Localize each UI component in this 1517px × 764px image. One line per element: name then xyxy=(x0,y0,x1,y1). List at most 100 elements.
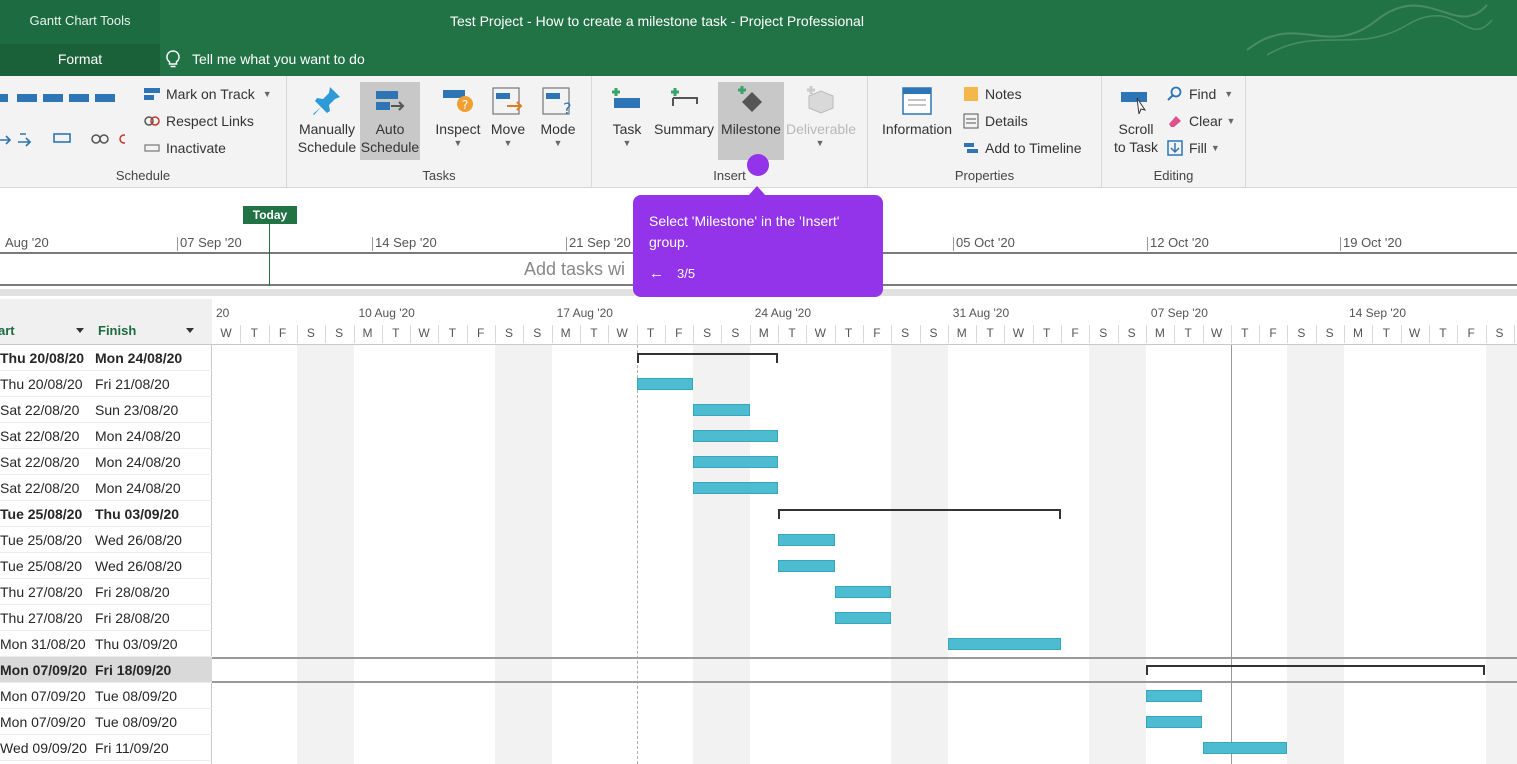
tell-me-box[interactable]: Tell me what you want to do xyxy=(160,44,365,74)
finish-cell[interactable]: Tue 08/09/20 xyxy=(95,709,177,735)
information-button[interactable]: Information xyxy=(878,82,956,160)
chevron-down-icon[interactable] xyxy=(186,328,194,333)
finish-cell[interactable]: Fri 21/08/20 xyxy=(95,371,170,397)
start-cell[interactable]: Mon 07/09/20 xyxy=(0,683,92,709)
start-cell[interactable]: Thu 27/08/20 xyxy=(0,605,92,631)
task-bar[interactable] xyxy=(778,534,835,546)
table-row[interactable]: Mon 07/09/20 Tue 08/09/20 xyxy=(0,709,212,735)
start-cell[interactable]: Tue 25/08/20 xyxy=(0,501,92,527)
timescale-day: M xyxy=(362,326,373,340)
summary-bar[interactable] xyxy=(778,509,1061,519)
find-button[interactable]: Find ▼ xyxy=(1166,83,1233,105)
inactivate-button[interactable]: Inactivate xyxy=(143,137,226,159)
mark-on-track-button[interactable]: Mark on Track ▼ xyxy=(143,83,272,105)
task-bar[interactable] xyxy=(1202,742,1288,754)
summary-bar[interactable] xyxy=(636,353,778,363)
start-cell[interactable]: Tue 25/08/20 xyxy=(0,527,92,553)
task-bar[interactable] xyxy=(693,430,778,442)
pct-25-button[interactable] xyxy=(17,94,37,102)
table-row[interactable]: Sat 22/08/20 Mon 24/08/20 xyxy=(0,423,212,449)
add-to-timeline-button[interactable]: Add to Timeline xyxy=(962,137,1082,159)
finish-cell[interactable]: Fri 28/08/20 xyxy=(95,579,170,605)
finish-cell[interactable]: Thu 03/09/20 xyxy=(95,631,178,657)
table-row[interactable]: Tue 25/08/20 Wed 26/08/20 xyxy=(0,553,212,579)
deliverable-button[interactable]: Deliverable ▼ xyxy=(786,82,856,160)
task-bar[interactable] xyxy=(834,586,892,598)
start-cell[interactable]: Wed 09/09/20 xyxy=(0,735,92,761)
finish-cell[interactable]: Mon 24/08/20 xyxy=(95,449,181,475)
column-header-finish[interactable]: Finish xyxy=(98,323,136,338)
task-bar[interactable] xyxy=(834,612,892,624)
milestone-button[interactable]: Milestone xyxy=(718,82,784,160)
pct-0-button[interactable] xyxy=(0,94,8,102)
table-row[interactable]: Sat 22/08/20 Mon 24/08/20 xyxy=(0,449,212,475)
link-icons[interactable] xyxy=(0,126,125,150)
table-row[interactable]: Sat 22/08/20 Sun 23/08/20 xyxy=(0,397,212,423)
table-row[interactable]: Thu 27/08/20 Fri 28/08/20 xyxy=(0,579,212,605)
gantt-chart[interactable]: 20 10 Aug '20 17 Aug '20 24 Aug '20 31 Aug '… xyxy=(212,299,1517,764)
pct-100-button[interactable] xyxy=(95,94,115,102)
summary-button[interactable]: Summary xyxy=(652,82,716,160)
tab-format[interactable]: Format xyxy=(0,44,160,76)
start-cell[interactable]: Mon 07/09/20 xyxy=(0,657,92,683)
task-bar[interactable] xyxy=(693,404,750,416)
pct-75-button[interactable] xyxy=(69,94,89,102)
start-cell[interactable]: Tue 25/08/20 xyxy=(0,553,92,579)
finish-cell[interactable]: Mon 24/08/20 xyxy=(95,475,181,501)
table-row[interactable]: Mon 31/08/20 Thu 03/09/20 xyxy=(0,631,212,657)
finish-cell[interactable]: Mon 24/08/20 xyxy=(95,345,182,371)
start-cell[interactable]: Mon 31/08/20 xyxy=(0,631,92,657)
finish-cell[interactable]: Wed 26/08/20 xyxy=(95,527,182,553)
table-row[interactable]: Mon 07/09/20 Fri 18/09/20 xyxy=(0,657,212,683)
table-row[interactable]: Tue 25/08/20 Wed 26/08/20 xyxy=(0,527,212,553)
finish-cell[interactable]: Fri 18/09/20 xyxy=(95,657,171,683)
table-row[interactable]: Sat 22/08/20 Mon 24/08/20 xyxy=(0,475,212,501)
table-row[interactable]: Tue 25/08/20 Thu 03/09/20 xyxy=(0,501,212,527)
task-bar[interactable] xyxy=(693,456,778,468)
clear-button[interactable]: Clear ▼ xyxy=(1166,110,1235,132)
finish-cell[interactable]: Wed 26/08/20 xyxy=(95,553,182,579)
manually-schedule-button[interactable]: Manually Schedule xyxy=(297,82,357,160)
task-button[interactable]: Task ▼ xyxy=(596,82,658,160)
scroll-to-task-button[interactable]: Scroll to Task xyxy=(1106,82,1166,160)
chevron-down-icon[interactable] xyxy=(76,328,84,333)
table-row[interactable]: Thu 20/08/20 Mon 24/08/20 xyxy=(0,345,212,371)
timescale-day: S xyxy=(1127,326,1136,340)
finish-cell[interactable]: Fri 28/08/20 xyxy=(95,605,170,631)
start-cell[interactable]: Mon 07/09/20 xyxy=(0,709,92,735)
finish-cell[interactable]: Sun 23/08/20 xyxy=(95,397,178,423)
start-cell[interactable]: Sat 22/08/20 xyxy=(0,423,92,449)
start-cell[interactable]: Thu 20/08/20 xyxy=(0,345,92,371)
table-row[interactable]: Mon 07/09/20 Tue 08/09/20 xyxy=(0,683,212,709)
tour-hotspot[interactable] xyxy=(747,154,769,176)
table-row[interactable]: Wed 09/09/20 Fri 11/09/20 xyxy=(0,735,212,761)
finish-cell[interactable]: Mon 24/08/20 xyxy=(95,423,181,449)
task-bar[interactable] xyxy=(778,560,835,572)
start-cell[interactable]: Sat 22/08/20 xyxy=(0,475,92,501)
task-bar[interactable] xyxy=(947,638,1061,650)
pct-50-button[interactable] xyxy=(43,94,63,102)
start-cell[interactable]: Thu 27/08/20 xyxy=(0,579,92,605)
finish-cell[interactable]: Tue 08/09/20 xyxy=(95,683,177,709)
finish-cell[interactable]: Fri 11/09/20 xyxy=(95,735,169,761)
timescale-day: T xyxy=(788,326,796,340)
table-row[interactable]: Thu 20/08/20 Fri 21/08/20 xyxy=(0,371,212,397)
finish-cell[interactable]: Thu 03/09/20 xyxy=(95,501,179,527)
table-row[interactable]: Thu 27/08/20 Fri 28/08/20 xyxy=(0,605,212,631)
task-bar[interactable] xyxy=(1145,716,1203,728)
column-header-start[interactable]: Start xyxy=(0,323,15,338)
details-button[interactable]: Details xyxy=(962,110,1028,132)
mode-button[interactable]: ? Mode ▼ xyxy=(527,82,589,160)
task-bar[interactable] xyxy=(1145,690,1203,702)
start-cell[interactable]: Sat 22/08/20 xyxy=(0,449,92,475)
auto-schedule-button[interactable]: Auto Schedule xyxy=(360,82,420,160)
notes-button[interactable]: Notes xyxy=(962,83,1022,105)
start-cell[interactable]: Sat 22/08/20 xyxy=(0,397,92,423)
respect-links-button[interactable]: Respect Links xyxy=(143,110,254,132)
task-bar[interactable] xyxy=(636,378,694,390)
start-cell[interactable]: Thu 20/08/20 xyxy=(0,371,92,397)
summary-icon xyxy=(671,88,698,106)
fill-button[interactable]: Fill ▼ xyxy=(1166,137,1220,159)
back-arrow-icon[interactable]: ← xyxy=(649,265,664,282)
task-bar[interactable] xyxy=(693,482,778,494)
